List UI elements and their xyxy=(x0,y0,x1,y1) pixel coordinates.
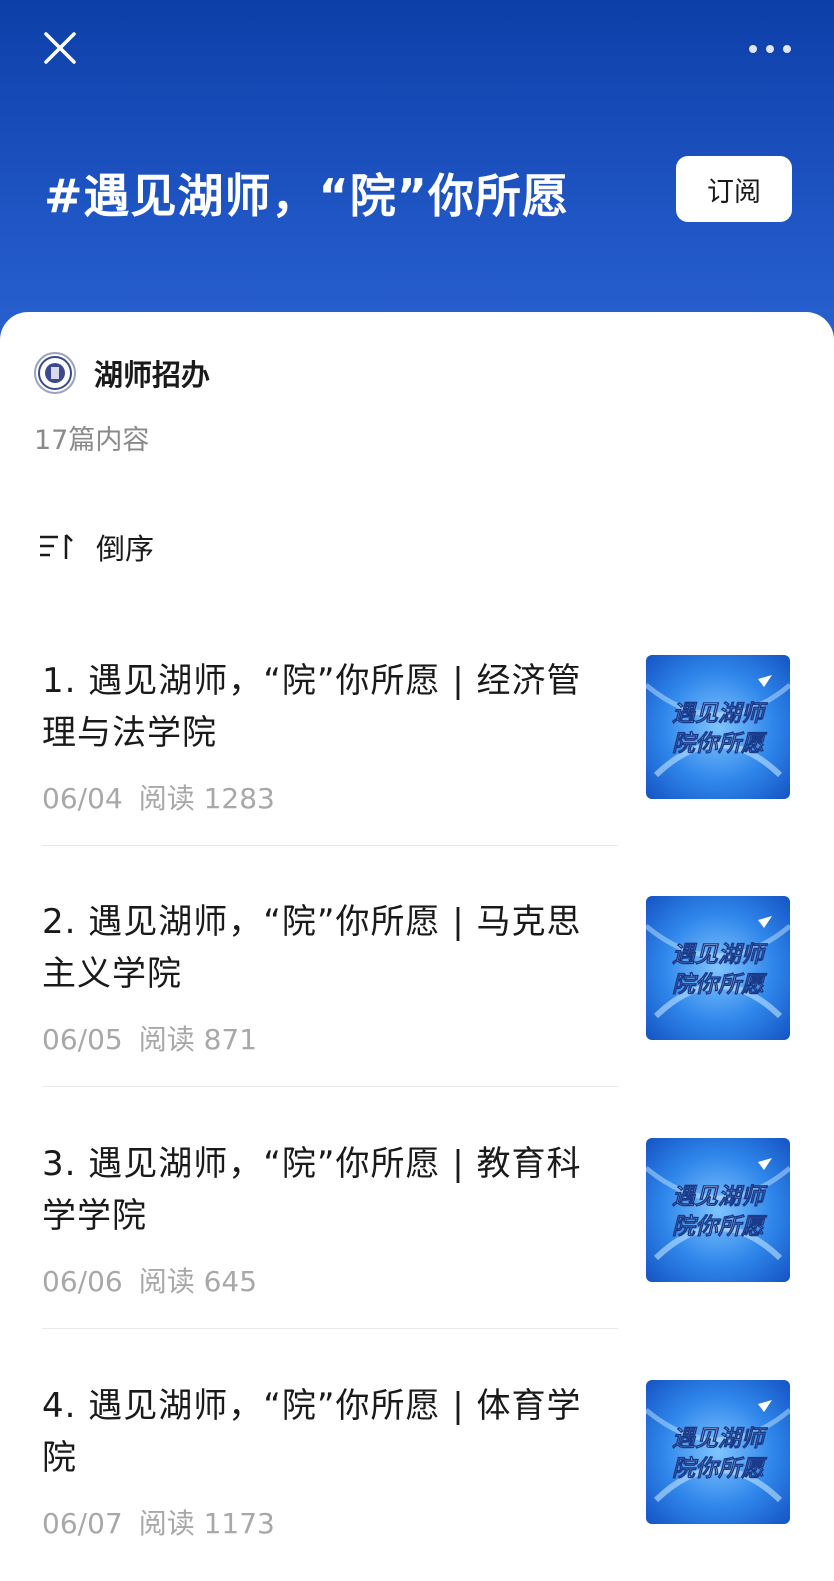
article-title: 1. 遇见湖师，“院”你所愿 | 经济管理与法学院 xyxy=(42,661,582,753)
author-name: 湖师招办 xyxy=(94,358,211,392)
article-reads: 阅读 645 xyxy=(138,1265,258,1298)
divider xyxy=(42,845,618,846)
article-item[interactable]: 4. 遇见湖师，“院”你所愿 | 体育学院 06/07 阅读 1173 遇见湖师 … xyxy=(42,1380,792,1580)
article-item[interactable]: 2. 遇见湖师，“院”你所愿 | 马克思主义学院 06/05 阅读 871 遇见湖… xyxy=(42,896,792,1096)
thumbnail-text-line1: 遇见湖师 xyxy=(672,701,768,727)
thumbnail-text-line2: 院你所愿 xyxy=(672,1455,768,1482)
article-date: 06/04 xyxy=(42,782,123,815)
thumbnail-text-line1: 遇见湖师 xyxy=(672,1426,768,1452)
article-reads: 阅读 871 xyxy=(138,1023,258,1056)
article-reads: 阅读 1283 xyxy=(138,782,275,815)
author-logo xyxy=(34,352,76,394)
close-button[interactable] xyxy=(40,28,80,68)
close-icon xyxy=(44,32,76,64)
divider xyxy=(42,1328,618,1329)
article-meta: 06/04 阅读 1283 xyxy=(42,777,275,817)
divider xyxy=(42,1086,618,1087)
sort-toggle[interactable]: 倒序 xyxy=(38,526,154,568)
article-thumbnail: 遇见湖师 院你所愿 xyxy=(646,655,790,799)
sort-icon xyxy=(40,534,73,559)
thumbnail-text-line1: 遇见湖师 xyxy=(672,1184,768,1210)
more-button[interactable] xyxy=(748,34,792,64)
article-count: 17篇内容 xyxy=(34,425,150,456)
content-sheet: 湖师招办 17篇内容 倒序 1. 遇见湖师，“院”你所愿 | 经济管理与法学院 … xyxy=(0,312,834,1581)
article-thumbnail: 遇见湖师 院你所愿 xyxy=(646,896,790,1040)
article-thumbnail: 遇见湖师 院你所愿 xyxy=(646,1380,790,1524)
article-meta: 06/06 阅读 645 xyxy=(42,1260,257,1300)
thumbnail-text-line2: 院你所愿 xyxy=(672,971,768,998)
article-meta: 06/05 阅读 871 xyxy=(42,1018,257,1058)
article-item[interactable]: 1. 遇见湖师，“院”你所愿 | 经济管理与法学院 06/04 阅读 1283 遇… xyxy=(42,655,792,855)
article-thumbnail: 遇见湖师 院你所愿 xyxy=(646,1138,790,1282)
author-row[interactable]: 湖师招办 xyxy=(34,352,210,394)
article-title: 3. 遇见湖师，“院”你所愿 | 教育科学学院 xyxy=(42,1144,582,1236)
article-meta: 06/07 阅读 1173 xyxy=(42,1502,275,1542)
article-date: 06/07 xyxy=(42,1507,123,1540)
topic-header: #遇见湖师，“院”你所愿 订阅 xyxy=(0,0,834,360)
article-date: 06/06 xyxy=(42,1265,123,1298)
thumbnail-text-line2: 院你所愿 xyxy=(672,1213,768,1240)
article-date: 06/05 xyxy=(42,1023,123,1056)
topic-title: #遇见湖师，“院”你所愿 xyxy=(44,169,570,223)
sort-label: 倒序 xyxy=(96,532,155,566)
thumbnail-text-line2: 院你所愿 xyxy=(672,730,768,757)
article-reads: 阅读 1173 xyxy=(138,1507,275,1540)
more-icon xyxy=(749,45,791,53)
thumbnail-text-line1: 遇见湖师 xyxy=(672,942,768,968)
article-title: 4. 遇见湖师，“院”你所愿 | 体育学院 xyxy=(42,1386,582,1478)
subscribe-button[interactable]: 订阅 xyxy=(676,156,792,222)
article-item[interactable]: 3. 遇见湖师，“院”你所愿 | 教育科学学院 06/06 阅读 645 遇见湖师 xyxy=(42,1138,792,1338)
article-title: 2. 遇见湖师，“院”你所愿 | 马克思主义学院 xyxy=(42,902,582,994)
